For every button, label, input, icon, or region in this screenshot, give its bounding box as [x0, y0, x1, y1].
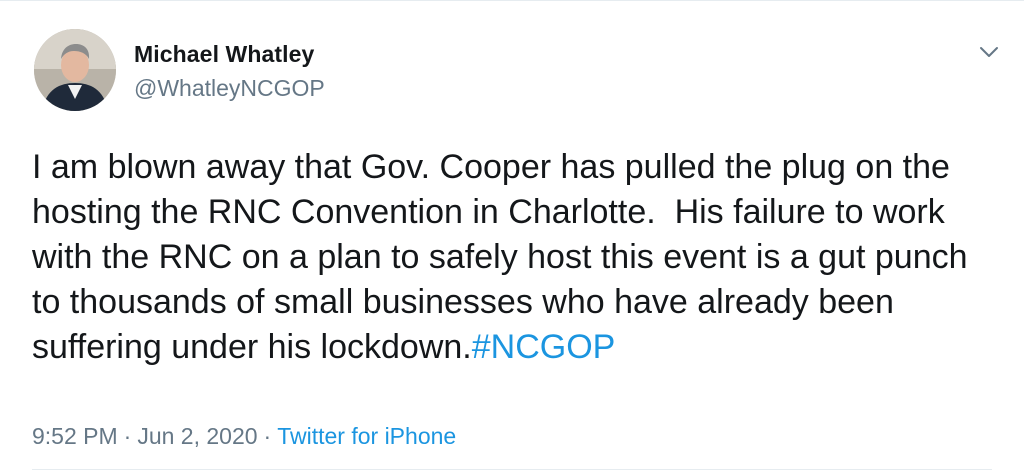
tweet-date[interactable]: Jun 2, 2020 [137, 423, 257, 449]
tweet-card: Michael Whatley @WhatleyNCGOP I am blown… [0, 0, 1024, 472]
tweet-meta: 9:52 PM · Jun 2, 2020 · Twitter for iPhone [32, 423, 456, 450]
tweet-source-link[interactable]: Twitter for iPhone [277, 423, 456, 449]
hashtag-link[interactable]: #NCGOP [472, 328, 616, 366]
divider [32, 469, 992, 470]
avatar[interactable] [34, 29, 116, 111]
avatar-image [34, 29, 116, 111]
chevron-down-icon [980, 47, 998, 57]
meta-separator-2: · [263, 423, 272, 449]
tweet-text: I am blown away that Gov. Cooper has pul… [32, 145, 1002, 370]
author-handle[interactable]: @WhatleyNCGOP [134, 75, 325, 102]
tweet-time[interactable]: 9:52 PM [32, 423, 118, 449]
author-name[interactable]: Michael Whatley [134, 41, 314, 68]
tweet-menu-button[interactable] [976, 39, 1002, 65]
meta-separator: · [123, 423, 132, 449]
